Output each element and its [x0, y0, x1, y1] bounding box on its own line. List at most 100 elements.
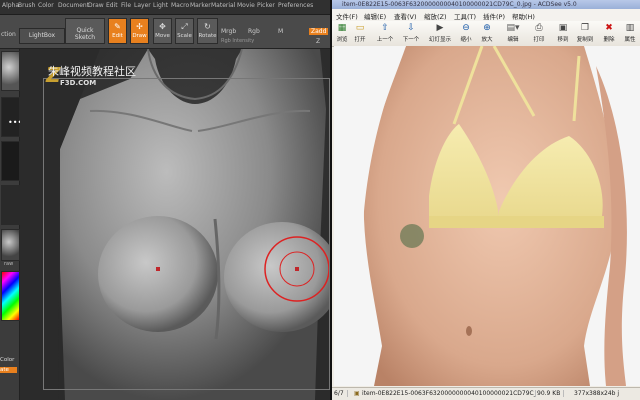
menu-zoom[interactable]: 缩放(Z): [424, 11, 447, 21]
slideshow-icon: ▶: [436, 23, 444, 33]
document-frame: [43, 78, 330, 390]
browse-icon: ▦: [337, 23, 347, 33]
menu-tools[interactable]: 工具(T): [454, 11, 476, 21]
image-viewer[interactable]: [334, 46, 640, 386]
menu-file[interactable]: 文件(F): [336, 11, 358, 21]
color-label: Color: [0, 357, 15, 363]
status-dimensions: 377x388x24b j: [574, 390, 620, 397]
rgb-intensity-slider[interactable]: Rgb Intensity: [221, 38, 254, 44]
delete-button[interactable]: ✖ 删除: [600, 23, 618, 44]
open-button[interactable]: ▭ 打开: [352, 23, 368, 44]
mrgb-toggle[interactable]: Mrgb: [221, 28, 236, 35]
quick-sketch-label: Quick Sketch: [74, 27, 96, 41]
copy-icon: ❐: [580, 23, 590, 33]
file-icon: ▣: [354, 390, 360, 397]
menu-light[interactable]: Light: [153, 2, 168, 9]
texture-thumbnail[interactable]: [1, 185, 20, 225]
menu-layer[interactable]: Layer: [134, 2, 151, 9]
menu-material[interactable]: Material: [211, 2, 235, 9]
menu-movie[interactable]: Movie: [237, 2, 255, 9]
move-icon: ✥: [159, 22, 166, 31]
slideshow-button[interactable]: ▶ 幻灯显示: [426, 23, 454, 44]
watermark-title: 朱峰视频教程社区: [48, 65, 136, 78]
edit-button[interactable]: ✎ Edit: [108, 18, 127, 44]
next-icon: ⇩: [407, 23, 415, 33]
zoom-in-button[interactable]: ⊕ 放大: [478, 23, 496, 44]
window-title: item-0E822E15-0063F632000000004010000002…: [332, 0, 640, 9]
draw-button[interactable]: ✢ Draw: [130, 18, 149, 44]
stroke-thumbnail[interactable]: •••: [1, 97, 22, 137]
move-button[interactable]: ✥ Move: [153, 18, 172, 44]
status-filesize: 90.9 KB: [537, 390, 565, 397]
menu-color[interactable]: Color: [38, 2, 54, 9]
zbrush-canvas[interactable]: Z 朱峰视频教程社区 F3D.COM: [20, 49, 330, 400]
rotate-icon: ↻: [204, 22, 211, 31]
scale-icon: ⤢: [181, 22, 188, 31]
next-button[interactable]: ⇩ 下一个: [400, 23, 422, 44]
copy-to-button[interactable]: ❐ 复制到: [574, 23, 596, 44]
edit-label: 编辑: [507, 37, 519, 43]
status-bar: 6/7 ▣ item-0E822E15-0063F632000000004010…: [332, 387, 640, 400]
menu-marker[interactable]: Marker: [190, 2, 211, 9]
edit-label: Edit: [112, 33, 123, 39]
properties-icon: ▥: [625, 23, 635, 33]
raw-label: raw: [4, 261, 14, 267]
properties-button[interactable]: ▥ 属性: [621, 23, 639, 44]
copy-to-label: 复制到: [576, 37, 594, 43]
menu-draw[interactable]: Draw: [88, 2, 104, 9]
prev-button[interactable]: ⇧ 上一个: [374, 23, 396, 44]
menu-file[interactable]: File: [121, 2, 131, 9]
material-thumbnail[interactable]: [1, 229, 20, 261]
menu-macro[interactable]: Macro: [171, 2, 189, 9]
z-intensity[interactable]: Z: [316, 38, 320, 45]
menu-view[interactable]: 查看(V): [394, 11, 417, 21]
print-icon: ⎙: [535, 23, 543, 33]
next-label: 下一个: [402, 37, 420, 43]
zoom-in-label: 放大: [481, 37, 493, 43]
print-label: 打印: [533, 37, 545, 43]
menu-preferences[interactable]: Preferences: [278, 2, 313, 9]
menu-edit[interactable]: Edit: [106, 2, 118, 9]
delete-label: 删除: [603, 37, 615, 43]
edit-icon: ▤▾: [506, 23, 520, 33]
prev-icon: ⇧: [381, 23, 389, 33]
menu-edit[interactable]: 编辑(E): [364, 11, 386, 21]
move-label: Move: [155, 33, 170, 39]
status-index: 6/7: [334, 390, 348, 397]
acdsee-toolbar: ▦ 浏览 ▭ 打开 ⇧ 上一个 ⇩ 下一个 ▶ 幻灯显示 ⊖ 缩小 ⊕ 放大 ▤▾ 编辑 ⎙ 打印…: [332, 21, 640, 47]
menu-help[interactable]: 帮助(H): [512, 11, 535, 21]
browse-button[interactable]: ▦ 浏览: [334, 23, 350, 44]
menu-picker[interactable]: Picker: [257, 2, 275, 9]
quick-sketch-button[interactable]: Quick Sketch: [65, 18, 105, 44]
print-button[interactable]: ⎙ 打印: [530, 23, 548, 44]
menu-brush[interactable]: Brush: [18, 2, 35, 9]
rgb-toggle[interactable]: Rgb: [248, 28, 260, 35]
projection-label[interactable]: ction: [1, 31, 16, 38]
zoom-out-label: 缩小: [460, 37, 472, 43]
rotate-button[interactable]: ↻ Rotate: [197, 18, 218, 44]
color-picker[interactable]: [1, 271, 20, 321]
acdsee-window: item-0E822E15-0063F632000000004010000002…: [330, 0, 640, 400]
zoom-out-icon: ⊖: [462, 23, 470, 33]
move-to-button[interactable]: ▣ 移到: [554, 23, 572, 44]
brush-thumbnail[interactable]: [1, 51, 20, 91]
alpha-thumbnail[interactable]: [1, 141, 20, 181]
zoom-out-button[interactable]: ⊖ 缩小: [457, 23, 475, 44]
scale-button[interactable]: ⤢ Scale: [175, 18, 194, 44]
ate-label[interactable]: ate: [0, 367, 17, 373]
zoom-in-icon: ⊕: [483, 23, 491, 33]
lightbox-button[interactable]: LightBox: [19, 28, 65, 44]
zbrush-left-shelf: ••• raw Color ate: [0, 49, 22, 400]
menu-plugins[interactable]: 插件(P): [483, 11, 505, 21]
watermark-subtitle: F3D.COM: [60, 79, 97, 87]
edit-button[interactable]: ▤▾ 编辑: [502, 23, 524, 44]
properties-label: 属性: [624, 37, 636, 43]
m-toggle[interactable]: M: [278, 28, 283, 35]
slideshow-label: 幻灯显示: [428, 37, 451, 43]
menu-document[interactable]: Document: [58, 2, 89, 9]
rotate-label: Rotate: [198, 33, 217, 39]
open-label: 打开: [354, 37, 366, 43]
zadd-toggle[interactable]: Zadd: [309, 28, 329, 35]
zbrush-window: Alpha Brush Color Document Draw Edit Fil…: [0, 0, 330, 400]
menu-alpha[interactable]: Alpha: [2, 2, 19, 9]
